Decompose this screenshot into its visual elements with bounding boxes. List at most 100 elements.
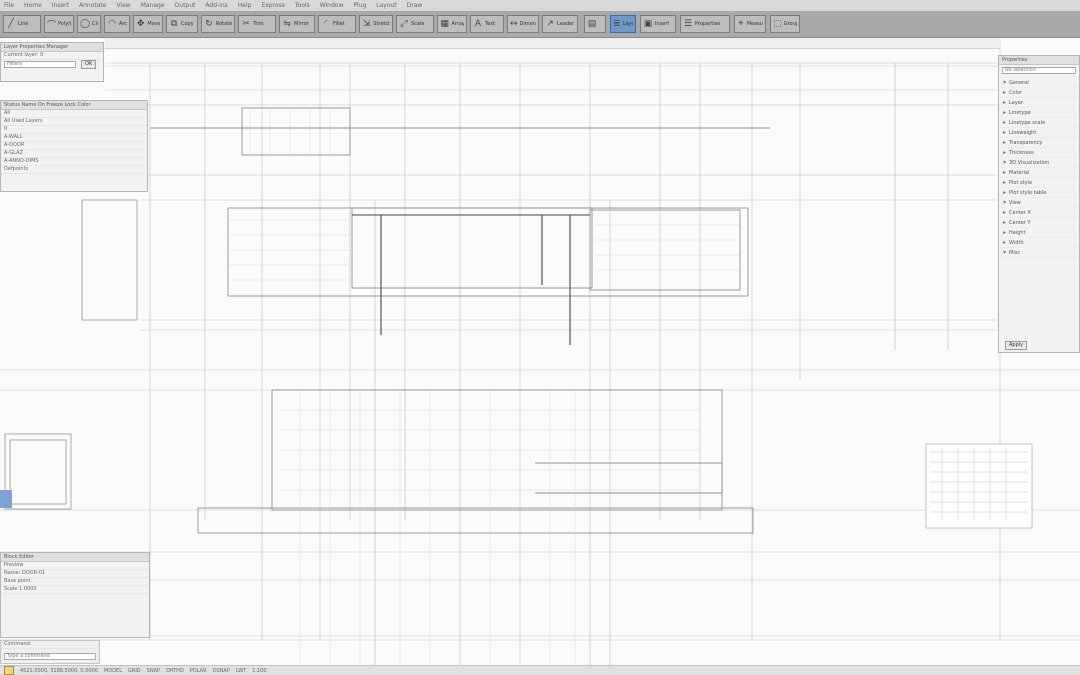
- ribbon-button-scale[interactable]: ⤢ Scale: [396, 15, 434, 33]
- tree-row[interactable]: ▸ Color: [999, 88, 1079, 98]
- chevron-right-icon: ▸: [1003, 179, 1007, 186]
- ribbon-button-rotate[interactable]: ↻ Rotate: [201, 15, 235, 33]
- menu-addins[interactable]: Add-ins: [205, 2, 227, 9]
- ribbon-button-table[interactable]: ▤: [584, 15, 606, 33]
- ribbon-button-move[interactable]: ✥ Move: [133, 15, 163, 33]
- ribbon-button-copy[interactable]: ⧉ Copy: [166, 15, 198, 33]
- model-space-icon[interactable]: [4, 666, 14, 675]
- layer-filter-used[interactable]: All Used Layers: [1, 118, 147, 126]
- ribbon-button-mirror[interactable]: ⇋ Mirror: [279, 15, 315, 33]
- menu-bar: File Home Insert Annotate View Manage Ou…: [0, 0, 1080, 11]
- ribbon-button-insert[interactable]: ▣ Insert: [640, 15, 676, 33]
- coordinate-readout: 4521.0000, 3188.5000, 0.0000: [20, 667, 98, 674]
- tree-row[interactable]: ▸ Linetype scale: [999, 118, 1079, 128]
- ribbon-button-label: Line: [18, 21, 29, 27]
- status-toggle-grid[interactable]: GRID: [128, 668, 141, 674]
- annotation-scale[interactable]: 1:100: [252, 668, 266, 674]
- menu-help[interactable]: Help: [238, 2, 252, 9]
- ok-button[interactable]: OK: [81, 60, 97, 69]
- trim-icon: ✂: [242, 19, 250, 29]
- ribbon-button-layers[interactable]: ≣ Layers: [610, 15, 636, 33]
- status-toggle-osnap[interactable]: OSNAP: [213, 668, 230, 674]
- menu-plug[interactable]: Plug: [353, 2, 366, 9]
- move-icon: ✥: [136, 19, 145, 29]
- ribbon-button-label: Group: [783, 21, 797, 27]
- ribbon-button-arc[interactable]: ◠ Arc: [104, 15, 130, 33]
- layer-row[interactable]: A-GLAZ: [1, 150, 147, 158]
- tree-row[interactable]: ▸ Thickness: [999, 148, 1079, 158]
- tree-row-general[interactable]: ▾ General: [999, 78, 1079, 88]
- tree-row[interactable]: ▸ Center X: [999, 208, 1079, 218]
- layer-list-panel: Status Name On Freeze Lock Color All All…: [0, 100, 148, 192]
- menu-view[interactable]: View: [116, 2, 130, 9]
- menu-output[interactable]: Output: [175, 2, 196, 9]
- ribbon-button-measure[interactable]: ⌖ Measure: [734, 15, 766, 33]
- drawing-canvas[interactable]: [0, 38, 1080, 675]
- ribbon-button-label: Mirror: [294, 21, 309, 27]
- current-layer-label: Current layer: 0: [1, 52, 103, 60]
- menu-file[interactable]: File: [4, 2, 14, 9]
- ribbon-button-label: Scale: [411, 21, 425, 27]
- measure-icon: ⌖: [738, 19, 744, 29]
- layer-row[interactable]: Defpoints: [1, 166, 147, 174]
- command-input[interactable]: Type a command: [4, 653, 96, 660]
- tree-row-3d[interactable]: ▾ 3D Visualization: [999, 158, 1079, 168]
- tree-row-view[interactable]: ▾ View: [999, 198, 1079, 208]
- menu-annotate[interactable]: Annotate: [79, 2, 106, 9]
- ribbon-button-stretch[interactable]: ⇲ Stretch: [359, 15, 393, 33]
- selection-dropdown[interactable]: No selection: [1002, 67, 1076, 74]
- ribbon-button-properties[interactable]: ☰ Properties: [680, 15, 730, 33]
- menu-layout[interactable]: Layout: [376, 2, 396, 9]
- menu-draw[interactable]: Draw: [407, 2, 423, 9]
- status-toggle-snap[interactable]: SNAP: [147, 668, 160, 674]
- layer-filter-all[interactable]: All: [1, 110, 147, 118]
- status-toggle-lineweight[interactable]: LWT: [236, 668, 246, 674]
- menu-tools[interactable]: Tools: [295, 2, 310, 9]
- tree-row[interactable]: ▸ Layer: [999, 98, 1079, 108]
- tree-row[interactable]: ▸ Plot style table: [999, 188, 1079, 198]
- ribbon-button-dimension[interactable]: ↔ Dimension: [507, 15, 539, 33]
- tree-row[interactable]: ▸ Width: [999, 238, 1079, 248]
- ribbon-button-circle[interactable]: ◯ Circle: [77, 15, 101, 33]
- ribbon-button-text[interactable]: A Text: [470, 15, 504, 33]
- tree-row[interactable]: ▸ Linetype: [999, 108, 1079, 118]
- scale-icon: ⤢: [400, 19, 408, 29]
- ribbon-button-polyline[interactable]: ⌒ Polyline: [44, 15, 74, 33]
- menu-express[interactable]: Express: [261, 2, 284, 9]
- ribbon-button-trim[interactable]: ✂ Trim: [238, 15, 276, 33]
- chevron-down-icon: ▾: [1003, 249, 1007, 256]
- status-toggle-polar[interactable]: POLAR: [190, 668, 207, 674]
- status-toggle-model[interactable]: MODEL: [104, 668, 122, 674]
- apply-button[interactable]: Apply: [1005, 341, 1028, 350]
- tree-row-misc[interactable]: ▾ Misc: [999, 248, 1079, 258]
- copy-icon: ⧉: [170, 19, 178, 29]
- tree-row[interactable]: ▸ Transparency: [999, 138, 1079, 148]
- tree-row[interactable]: ▸ Plot style: [999, 178, 1079, 188]
- ribbon-button-line[interactable]: ╱ Line: [3, 15, 41, 33]
- chevron-right-icon: ▸: [1003, 239, 1007, 246]
- tree-row[interactable]: ▸ Lineweight: [999, 128, 1079, 138]
- menu-home[interactable]: Home: [24, 2, 42, 9]
- chevron-right-icon: ▸: [1003, 99, 1007, 106]
- layer-row[interactable]: 0: [1, 126, 147, 134]
- menu-manage[interactable]: Manage: [141, 2, 165, 9]
- ribbon-button-array[interactable]: ▦ Array: [437, 15, 467, 33]
- menu-window[interactable]: Window: [320, 2, 344, 9]
- ribbon-button-label: Insert: [655, 21, 670, 27]
- leader-icon: ↗: [546, 19, 554, 29]
- menu-insert[interactable]: Insert: [52, 2, 69, 9]
- ribbon-button-fillet[interactable]: ◜ Fillet: [318, 15, 356, 33]
- layer-filter-dropdown[interactable]: Filters: [4, 61, 76, 68]
- status-toggle-ortho[interactable]: ORTHO: [166, 668, 184, 674]
- chevron-right-icon: ▸: [1003, 189, 1007, 196]
- tree-row[interactable]: ▸ Center Y: [999, 218, 1079, 228]
- layer-row[interactable]: A-DOOR: [1, 142, 147, 150]
- line-icon: ╱: [8, 19, 14, 29]
- chevron-down-icon: ▾: [1003, 79, 1007, 86]
- ribbon-button-leader[interactable]: ↗ Leader: [542, 15, 578, 33]
- tree-row[interactable]: ▸ Material: [999, 168, 1079, 178]
- tree-row[interactable]: ▸ Height: [999, 228, 1079, 238]
- ribbon-button-group[interactable]: ⬚ Group: [770, 15, 800, 33]
- layer-row[interactable]: A-WALL: [1, 134, 147, 142]
- layer-row[interactable]: A-ANNO-DIMS: [1, 158, 147, 166]
